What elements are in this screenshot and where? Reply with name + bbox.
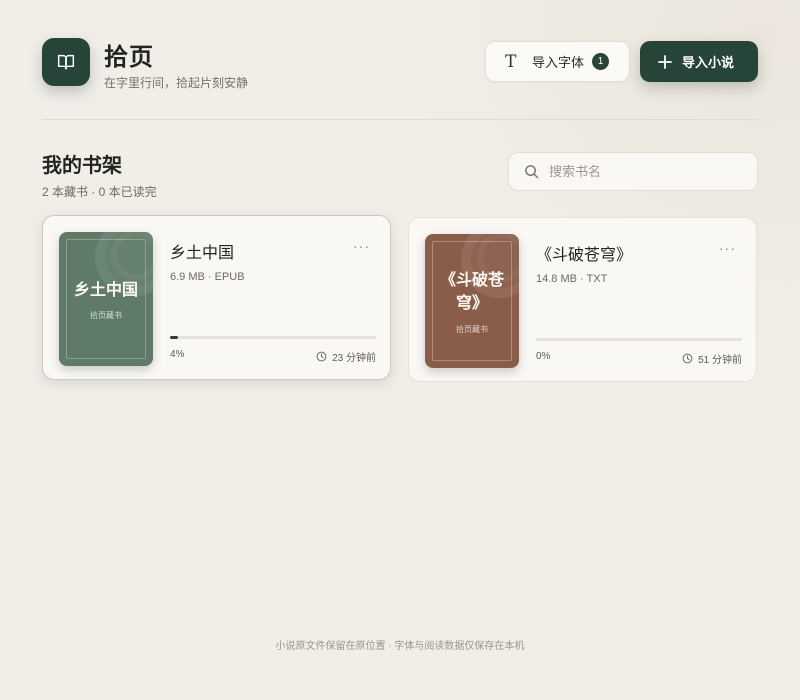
- more-options-icon[interactable]: ···: [719, 240, 736, 256]
- shelf-count: 2 本藏书 · 0 本已读完: [42, 185, 157, 199]
- app-logo: [42, 38, 90, 86]
- last-read-text: 51 分钟前: [698, 355, 742, 366]
- app-title: 拾页: [104, 42, 154, 71]
- progress-fill: [170, 336, 179, 339]
- clock-icon: [682, 353, 693, 364]
- plus-icon: [658, 54, 672, 69]
- shelf-title: 我的书架: [42, 153, 122, 177]
- last-read: 51 分钟前: [682, 351, 742, 366]
- clock-icon: [316, 351, 327, 362]
- book-card[interactable]: 乡土中国 拾页藏书 乡土中国 6.9 MB · EPUB ··· 4% 23 分…: [42, 215, 391, 380]
- header-divider: [42, 119, 758, 120]
- import-font-label: 导入字体: [532, 55, 585, 70]
- search-input[interactable]: [549, 164, 739, 179]
- font-count-badge: 1: [592, 53, 610, 70]
- cover-brand: 拾页藏书: [90, 311, 122, 320]
- text-t-icon: T: [505, 51, 517, 72]
- app-subtitle: 在字里行间，拾起片刻安静: [104, 76, 249, 90]
- import-font-button[interactable]: T 导入字体 1: [485, 41, 630, 82]
- book-icon: [57, 54, 75, 70]
- progress-text: 0%: [536, 351, 551, 362]
- book-meta: 14.8 MB · TXT: [536, 273, 608, 285]
- progress-text: 4%: [170, 349, 185, 360]
- last-read: 23 分钟前: [316, 349, 376, 364]
- cover-title: 乡土中国: [73, 280, 138, 299]
- book-meta: 6.9 MB · EPUB: [170, 271, 245, 283]
- cover-brand: 拾页藏书: [456, 325, 488, 334]
- cover-title: 《斗破苍穹》: [439, 270, 504, 312]
- book-title: 乡土中国: [170, 243, 235, 262]
- search-box: [508, 152, 758, 191]
- more-options-icon[interactable]: ···: [353, 238, 370, 254]
- last-read-text: 23 分钟前: [332, 353, 376, 364]
- app-header: 拾页 在字里行间，拾起片刻安静 T 导入字体 1 导入小说: [42, 38, 758, 90]
- import-novel-label: 导入小说: [682, 55, 735, 70]
- progress-bar: [536, 338, 742, 341]
- footer-note: 小说原文件保留在原位置 · 字体与阅读数据仅保存在本机: [275, 641, 525, 652]
- search-icon: [525, 165, 539, 179]
- book-cover[interactable]: 乡土中国 拾页藏书: [59, 232, 153, 366]
- import-novel-button[interactable]: 导入小说: [640, 41, 758, 82]
- book-cover[interactable]: 《斗破苍穹》 拾页藏书: [425, 234, 519, 368]
- book-title: 《斗破苍穹》: [536, 245, 633, 264]
- progress-bar: [170, 336, 376, 339]
- book-card[interactable]: 《斗破苍穹》 拾页藏书 《斗破苍穹》 14.8 MB · TXT ··· 0% …: [408, 217, 757, 382]
